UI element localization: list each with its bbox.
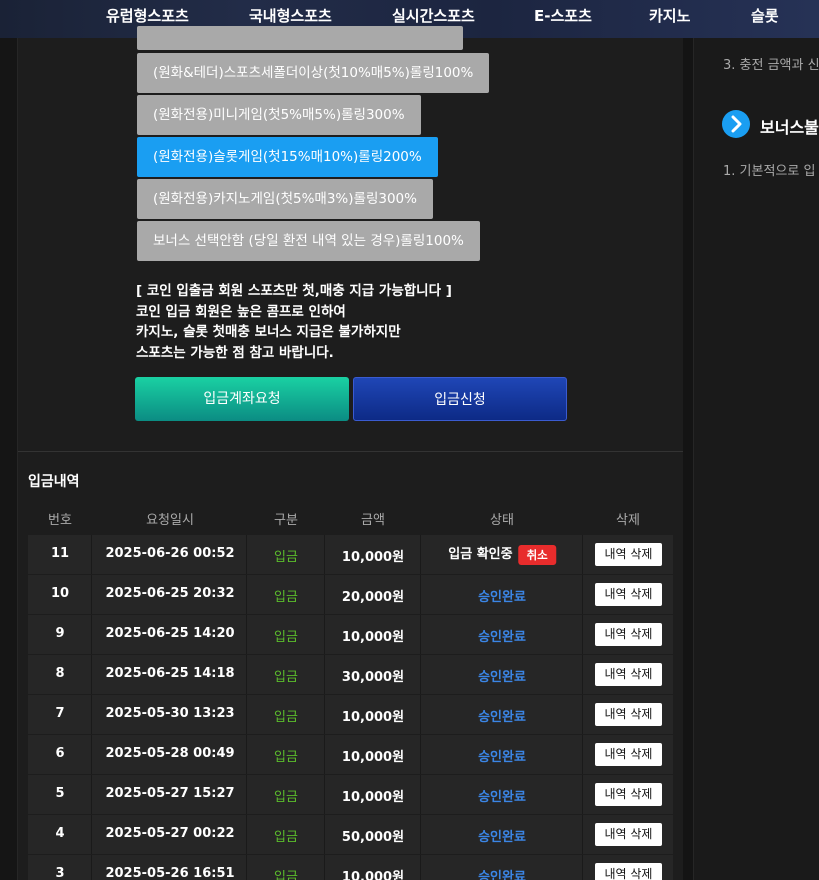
row-type: 입금 bbox=[274, 790, 298, 805]
row-no: 11 bbox=[50, 546, 70, 561]
row-amount: 10,000원 bbox=[341, 630, 405, 645]
row-no: 7 bbox=[55, 706, 65, 721]
bonus-option-minigame[interactable]: (원화전용)미니게임(첫5%매5%)롤링300% bbox=[137, 95, 421, 135]
table-row: 6 2025-05-28 00:49 입금 10,000원 승인완료 내역 삭제 bbox=[28, 735, 673, 774]
header-delete: 삭제 bbox=[616, 513, 640, 528]
row-status: 승인완료 bbox=[478, 710, 526, 725]
nav-esports[interactable]: E-스포츠 bbox=[534, 5, 592, 26]
row-type: 입금 bbox=[274, 670, 298, 685]
row-date: 2025-05-26 16:51 bbox=[105, 866, 235, 880]
deposit-apply-button[interactable]: 입금신청 bbox=[353, 377, 567, 421]
table-row: 5 2025-05-27 15:27 입금 10,000원 승인완료 내역 삭제 bbox=[28, 775, 673, 814]
row-type: 입금 bbox=[274, 550, 298, 565]
row-amount: 10,000원 bbox=[341, 790, 405, 805]
row-date: 2025-05-27 15:27 bbox=[105, 786, 235, 801]
nav-live-sports[interactable]: 실시간스포츠 bbox=[392, 5, 475, 26]
row-no: 5 bbox=[55, 786, 65, 801]
row-amount: 30,000원 bbox=[341, 670, 405, 685]
row-date: 2025-06-26 00:52 bbox=[105, 546, 235, 561]
delete-history-button[interactable]: 내역 삭제 bbox=[595, 543, 662, 566]
delete-history-button[interactable]: 내역 삭제 bbox=[595, 823, 662, 846]
row-date: 2025-06-25 14:18 bbox=[105, 666, 235, 681]
row-amount: 10,000원 bbox=[341, 550, 405, 565]
row-status: 승인완료 bbox=[478, 870, 526, 880]
status-text: 입금 확인중 bbox=[448, 547, 513, 562]
nav-european-sports[interactable]: 유럽형스포츠 bbox=[106, 5, 189, 26]
row-no: 3 bbox=[55, 866, 65, 880]
table-row: 7 2025-05-30 13:23 입금 10,000원 승인완료 내역 삭제 bbox=[28, 695, 673, 734]
left-gutter bbox=[0, 38, 18, 880]
row-type: 입금 bbox=[274, 630, 298, 645]
header-date: 요청일시 bbox=[146, 513, 194, 528]
row-amount: 10,000원 bbox=[341, 710, 405, 725]
row-amount: 20,000원 bbox=[341, 590, 405, 605]
row-amount: 10,000원 bbox=[341, 870, 405, 880]
row-status: 승인완료 bbox=[478, 630, 526, 645]
header-amount: 금액 bbox=[361, 513, 385, 528]
header-type: 구분 bbox=[274, 513, 298, 528]
row-status: 승인완료 bbox=[478, 750, 526, 765]
row-type: 입금 bbox=[274, 870, 298, 880]
delete-history-button[interactable]: 내역 삭제 bbox=[595, 583, 662, 606]
right-pane-line-1: 3. 충전 금액과 신 bbox=[723, 58, 819, 73]
row-status: 승인완료 bbox=[478, 590, 526, 605]
table-row: 9 2025-06-25 14:20 입금 10,000원 승인완료 내역 삭제 bbox=[28, 615, 673, 654]
bonus-option-none[interactable]: 보너스 선택안함 (당일 환전 내역 있는 경우)롤링100% bbox=[137, 221, 480, 261]
row-amount: 10,000원 bbox=[341, 750, 405, 765]
delete-history-button[interactable]: 내역 삭제 bbox=[595, 783, 662, 806]
row-status: 승인완료 bbox=[478, 670, 526, 685]
row-status: 승인완료 bbox=[478, 790, 526, 805]
notice-line-2: 코인 입금 회원은 높은 콤프로 인하여 bbox=[136, 304, 346, 320]
notice-line-3: 카지노, 슬롯 첫매충 보너스 지급은 불가하지만 bbox=[136, 324, 401, 340]
table-row: 8 2025-06-25 14:18 입금 30,000원 승인완료 내역 삭제 bbox=[28, 655, 673, 694]
table-row: 11 2025-06-26 00:52 입금 10,000원 입금 확인중 취소 내역 삭제 bbox=[28, 535, 673, 574]
header-no: 번호 bbox=[48, 513, 72, 528]
table-row: 10 2025-06-25 20:32 입금 20,000원 승인완료 내역 삭제 bbox=[28, 575, 673, 614]
bonus-option-casino[interactable]: (원화전용)카지노게임(첫5%매3%)롤링300% bbox=[137, 179, 433, 219]
right-pane-title: 보너스불 bbox=[760, 118, 819, 137]
nav-slot[interactable]: 슬롯 bbox=[751, 5, 779, 26]
section-divider bbox=[18, 451, 683, 452]
delete-history-button[interactable]: 내역 삭제 bbox=[595, 703, 662, 726]
row-no: 9 bbox=[55, 626, 65, 641]
row-type: 입금 bbox=[274, 710, 298, 725]
bonus-option-slot[interactable]: (원화전용)슬롯게임(첫15%매10%)롤링200% bbox=[137, 137, 438, 177]
row-date: 2025-05-28 00:49 bbox=[105, 746, 235, 761]
row-date: 2025-06-25 20:32 bbox=[105, 586, 235, 601]
row-amount: 50,000원 bbox=[341, 830, 405, 845]
notice-line-4: 스포츠는 가능한 점 참고 바랍니다. bbox=[136, 345, 334, 361]
delete-history-button[interactable]: 내역 삭제 bbox=[595, 663, 662, 686]
nav-casino[interactable]: 카지노 bbox=[649, 5, 690, 26]
notice-line-1: [ 코인 입출금 회원 스포츠만 첫,매충 지급 가능합니다 ] bbox=[136, 283, 452, 299]
row-date: 2025-05-27 00:22 bbox=[105, 826, 235, 841]
row-status: 입금 확인중 취소 bbox=[448, 543, 556, 565]
delete-history-button[interactable]: 내역 삭제 bbox=[595, 743, 662, 766]
row-type: 입금 bbox=[274, 750, 298, 765]
table-row: 4 2025-05-27 00:22 입금 50,000원 승인완료 내역 삭제 bbox=[28, 815, 673, 854]
bonus-option-sports[interactable]: (원화&테더)스포츠세폴더이상(첫10%매5%)롤링100% bbox=[137, 53, 490, 93]
row-no: 10 bbox=[50, 586, 70, 601]
row-no: 8 bbox=[55, 666, 65, 681]
account-request-button[interactable]: 입금계좌요청 bbox=[135, 377, 349, 421]
delete-history-button[interactable]: 내역 삭제 bbox=[595, 863, 662, 880]
row-date: 2025-05-30 13:23 bbox=[105, 706, 235, 721]
history-title: 입금내역 bbox=[28, 474, 80, 490]
row-type: 입금 bbox=[274, 590, 298, 605]
row-date: 2025-06-25 14:20 bbox=[105, 626, 235, 641]
cancel-button[interactable]: 취소 bbox=[518, 544, 556, 565]
row-type: 입금 bbox=[274, 830, 298, 845]
right-pane-line-2: 1. 기본적으로 입 bbox=[723, 164, 816, 179]
chevron-right-icon bbox=[722, 110, 750, 138]
row-no: 4 bbox=[55, 826, 65, 841]
right-pane-content: 3. 충전 금액과 신 보너스불 1. 기본적으로 입 bbox=[693, 38, 819, 880]
row-status: 승인완료 bbox=[478, 830, 526, 845]
table-row: 3 2025-05-26 16:51 입금 10,000원 승인완료 내역 삭제 bbox=[28, 855, 673, 880]
bonus-option-hidden[interactable] bbox=[137, 26, 463, 50]
nav-korean-sports[interactable]: 국내형스포츠 bbox=[249, 5, 332, 26]
row-no: 6 bbox=[55, 746, 65, 761]
delete-history-button[interactable]: 내역 삭제 bbox=[595, 623, 662, 646]
history-table-header: 번호 요청일시 구분 금액 상태 삭제 bbox=[28, 505, 673, 533]
header-status: 상태 bbox=[490, 513, 514, 528]
